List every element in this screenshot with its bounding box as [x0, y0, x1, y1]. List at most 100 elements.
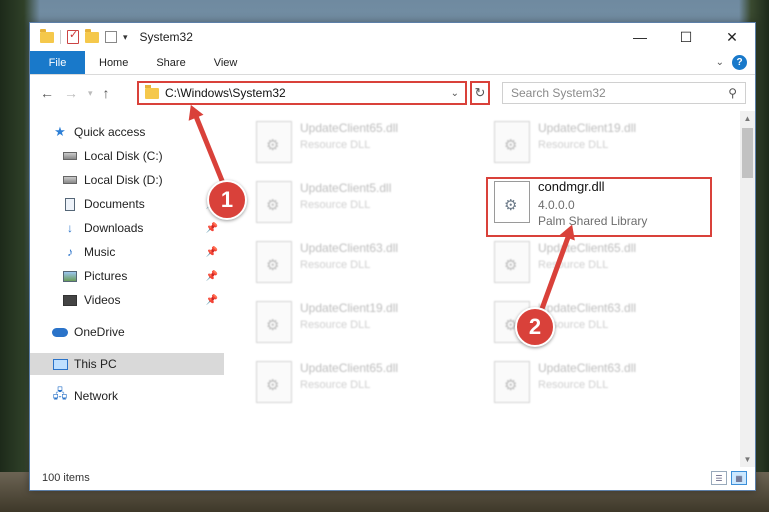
customize-icon[interactable] — [105, 31, 117, 43]
address-bar[interactable]: C:\Windows\System32 ⌄ — [137, 81, 467, 105]
dll-file-icon — [256, 301, 292, 343]
back-arrow-icon[interactable]: ← — [40, 85, 54, 101]
videos-icon — [62, 293, 78, 307]
sidebar-item-network[interactable]: 🖧 Network — [30, 385, 224, 407]
step-badge-2: 2 — [515, 307, 555, 347]
tab-view[interactable]: View — [200, 51, 252, 74]
file-description: Resource DLL — [300, 139, 371, 151]
ribbon-tabs: File Home Share View ⌄ ? — [30, 51, 755, 75]
sidebar-item-music[interactable]: ♪ Music 📌 — [30, 241, 224, 263]
disk-icon — [62, 149, 78, 163]
onedrive-icon — [52, 325, 68, 339]
dll-file-icon — [256, 241, 292, 283]
sidebar-item-label: Documents — [84, 197, 145, 211]
close-button[interactable]: ✕ — [709, 23, 755, 51]
file-item[interactable]: UpdateClient63.dll Resource DLL — [484, 357, 706, 407]
sidebar-item-this-pc[interactable]: This PC — [30, 353, 224, 375]
file-description: Resource DLL — [300, 259, 371, 271]
address-row: ← → ▾ ↑ C:\Windows\System32 ⌄ ↻ ⚲ — [30, 81, 755, 107]
file-item[interactable]: UpdateClient19.dll Resource DLL — [246, 297, 468, 347]
file-name: UpdateClient5.dll — [300, 181, 392, 195]
pin-icon[interactable]: 📌 — [206, 223, 218, 234]
new-folder-icon[interactable] — [85, 28, 99, 43]
scroll-down-icon[interactable]: ▼ — [740, 452, 755, 467]
sidebar-item-label: Videos — [84, 293, 121, 307]
dll-file-icon — [494, 361, 530, 403]
dll-file-icon — [256, 361, 292, 403]
sidebar-item-local-disk-d[interactable]: Local Disk (D:) — [30, 169, 224, 191]
step-badge-1: 1 — [207, 180, 247, 220]
file-item[interactable]: UpdateClient5.dll Resource DLL — [246, 177, 468, 227]
tab-home[interactable]: Home — [85, 51, 142, 74]
properties-icon[interactable] — [67, 28, 79, 44]
music-icon: ♪ — [67, 245, 73, 259]
file-description: Resource DLL — [538, 379, 609, 391]
file-item[interactable]: UpdateClient65.dllResource DLL — [484, 237, 706, 287]
separator — [60, 30, 61, 44]
chevron-down-icon[interactable]: ▾ — [123, 32, 128, 43]
sidebar-item-onedrive[interactable]: OneDrive — [30, 321, 224, 343]
sidebar-item-label: Local Disk (D:) — [84, 173, 163, 187]
pin-icon[interactable]: 📌 — [206, 247, 218, 258]
file-name: UpdateClient63.dll — [300, 241, 399, 255]
sidebar-item-local-disk-c[interactable]: Local Disk (C:) — [30, 145, 224, 167]
file-name: UpdateClient19.dll — [538, 121, 637, 135]
star-icon: ★ — [54, 124, 66, 139]
file-list: UpdateClient65.dll Resource DLL UpdateCli… — [226, 111, 741, 467]
item-count: 100 items — [42, 472, 90, 484]
sidebar-item-videos[interactable]: Videos 📌 — [30, 289, 224, 311]
this-pc-icon — [52, 357, 68, 371]
search-icon[interactable]: ⚲ — [728, 86, 737, 100]
search-input[interactable] — [511, 86, 729, 100]
sidebar-item-quick-access[interactable]: ★ Quick access — [30, 121, 224, 143]
folder-icon — [40, 28, 54, 43]
sidebar-item-label: OneDrive — [74, 325, 125, 339]
title-bar: ▾ System32 — ☐ ✕ — [30, 23, 755, 51]
tab-share[interactable]: Share — [142, 51, 199, 74]
view-switcher: ☰ ▦ — [711, 471, 747, 485]
sidebar-item-label: This PC — [74, 357, 117, 371]
details-view-icon[interactable]: ☰ — [711, 471, 727, 485]
vertical-scrollbar[interactable]: ▲ ▼ — [740, 111, 755, 467]
file-name: UpdateClient65.dll — [300, 361, 399, 375]
downloads-icon: ↓ — [67, 221, 73, 235]
search-box[interactable]: ⚲ — [502, 82, 746, 104]
pin-icon[interactable]: 📌 — [206, 295, 218, 306]
address-path[interactable]: C:\Windows\System32 — [165, 86, 445, 100]
sidebar-item-downloads[interactable]: ↓ Downloads 📌 — [30, 217, 224, 239]
chevron-down-icon[interactable]: ⌄ — [445, 88, 465, 99]
file-item[interactable]: UpdateClient19.dll Resource DLL — [484, 117, 706, 167]
sidebar-item-label: Downloads — [84, 221, 144, 235]
file-item[interactable]: UpdateClient65.dll Resource DLL — [246, 117, 468, 167]
up-arrow-icon[interactable]: ↑ — [103, 85, 110, 101]
forward-arrow-icon[interactable]: → — [64, 85, 78, 101]
scroll-up-icon[interactable]: ▲ — [740, 111, 755, 126]
file-name: UpdateClient65.dll — [300, 121, 399, 135]
window-controls: — ☐ ✕ — [617, 23, 755, 51]
expand-ribbon-icon[interactable]: ⌄ — [716, 57, 724, 68]
tab-file[interactable]: File — [30, 51, 85, 74]
sidebar-item-pictures[interactable]: Pictures 📌 — [30, 265, 224, 287]
file-name: UpdateClient65.dll — [538, 241, 637, 255]
file-description: Resource DLL — [300, 199, 371, 211]
recent-locations-icon[interactable]: ▾ — [88, 88, 93, 99]
minimize-button[interactable]: — — [617, 23, 663, 51]
navigation-pane: ★ Quick access Local Disk (C:) Local Dis… — [30, 117, 224, 462]
network-icon: 🖧 — [52, 386, 68, 401]
large-icons-view-icon[interactable]: ▦ — [731, 471, 747, 485]
sidebar-item-label: Quick access — [74, 125, 146, 139]
sidebar-item-documents[interactable]: Documents 📌 — [30, 193, 224, 215]
folder-icon — [145, 84, 159, 99]
help-icon[interactable]: ? — [732, 55, 747, 70]
highlight-box-file — [486, 177, 712, 237]
pin-icon[interactable]: 📌 — [206, 271, 218, 282]
file-item[interactable]: UpdateClient63.dll Resource DLL — [246, 237, 468, 287]
scrollbar-thumb[interactable] — [742, 128, 753, 178]
file-item[interactable]: UpdateClient65.dllResource DLL — [246, 357, 468, 407]
dll-file-icon — [494, 121, 530, 163]
refresh-button[interactable]: ↻ — [470, 81, 490, 105]
file-name: UpdateClient63.dll — [538, 301, 637, 315]
file-name: UpdateClient19.dll — [300, 301, 399, 315]
quick-access-toolbar: ▾ — [30, 28, 128, 44]
maximize-button[interactable]: ☐ — [663, 23, 709, 51]
